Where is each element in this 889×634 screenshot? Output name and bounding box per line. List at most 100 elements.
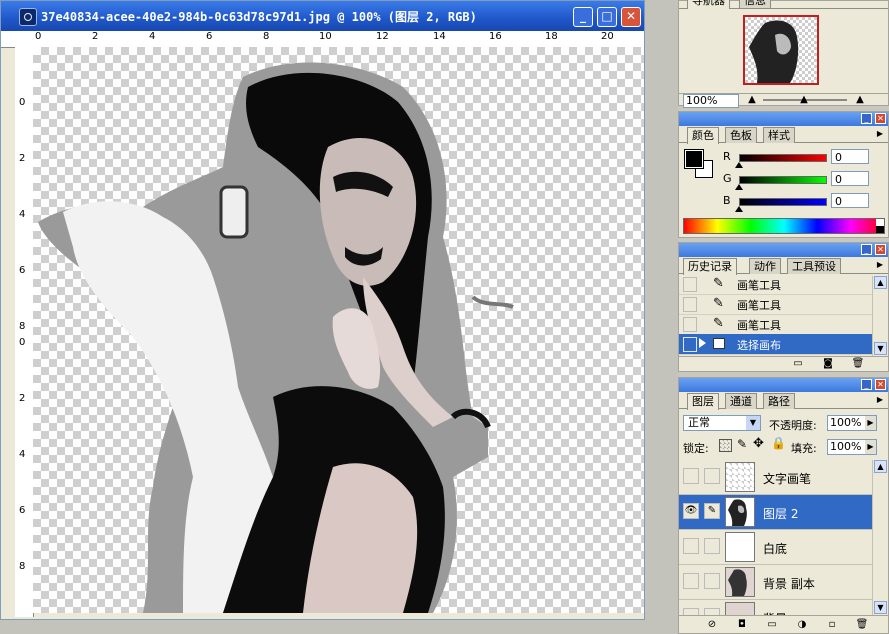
document-window: 37e40834-acee-40e2-984b-0c63d78c97d1.jpg…	[0, 0, 645, 620]
layer-thumbnail	[725, 462, 755, 492]
panel-minimize-button[interactable]: _	[861, 113, 872, 124]
history-panel-header[interactable]: _ ✕	[679, 243, 888, 257]
foreground-color-swatch[interactable]	[684, 149, 704, 169]
vertical-ruler[interactable]: 0 2 4 6 8 0 2 4 6 8	[15, 47, 34, 617]
layer-row-selected[interactable]: 👁 ✎ 图层 2	[679, 495, 872, 530]
close-button[interactable]: ✕	[621, 7, 641, 27]
navigator-preview[interactable]	[743, 15, 819, 85]
blue-slider-handle[interactable]	[735, 206, 743, 212]
history-scrollbar[interactable]: ▲ ▼	[872, 276, 888, 356]
tab-paths[interactable]: 路径	[763, 393, 795, 409]
brush-icon[interactable]: ✎	[704, 503, 720, 519]
red-slider[interactable]	[739, 154, 827, 162]
history-item-label: 画笔工具	[737, 299, 781, 312]
zoom-field[interactable]: 100%	[683, 94, 739, 108]
opacity-arrow-icon[interactable]: ▶	[865, 416, 876, 430]
layer-row[interactable]: 白底	[679, 530, 872, 565]
chevron-down-icon[interactable]: ▼	[746, 416, 760, 430]
layers-panel-header[interactable]: _ ✕	[679, 378, 888, 392]
canvas[interactable]	[33, 47, 644, 613]
scroll-up-button[interactable]: ▲	[874, 276, 887, 289]
lock-all-icon[interactable]: 🔒	[771, 436, 786, 450]
layer-link-toggle[interactable]	[704, 538, 720, 554]
history-source-checkbox[interactable]	[683, 277, 697, 292]
tab-info[interactable]: 信息	[739, 0, 771, 8]
lock-transparency-icon[interactable]	[719, 439, 732, 452]
red-slider-handle[interactable]	[735, 162, 743, 168]
panel-menu-icon[interactable]: ▶	[875, 260, 885, 270]
history-item[interactable]: ✎ 画笔工具	[679, 314, 872, 335]
green-slider-handle[interactable]	[735, 184, 743, 190]
new-layer-icon[interactable]: ▫	[825, 618, 839, 632]
panel-minimize-button[interactable]: _	[861, 379, 872, 390]
layer-visibility-toggle[interactable]	[683, 573, 699, 589]
scroll-down-button[interactable]: ▼	[874, 342, 887, 355]
zoom-in-icon[interactable]: ▲	[853, 93, 867, 107]
color-panel-header[interactable]: _ ✕	[679, 112, 888, 126]
blue-slider[interactable]	[739, 198, 827, 206]
layer-link-toggle[interactable]	[704, 573, 720, 589]
new-document-from-state-icon[interactable]: ▭	[791, 357, 805, 371]
tab-styles[interactable]: 样式	[763, 127, 795, 143]
panel-menu-icon[interactable]: ▶	[875, 395, 885, 405]
tab-history[interactable]: 历史记录	[683, 258, 737, 275]
tab-tool-presets[interactable]: 工具预设	[787, 258, 841, 274]
zoom-out-icon[interactable]: ▲	[745, 93, 759, 107]
history-source-checkbox[interactable]	[683, 317, 697, 332]
trash-icon[interactable]: 🗑	[851, 357, 865, 371]
green-value-field[interactable]: 0	[831, 171, 869, 186]
fill-arrow-icon[interactable]: ▶	[865, 440, 876, 454]
zoom-slider-handle[interactable]: ▲	[797, 93, 811, 107]
ruler-origin[interactable]	[1, 31, 33, 48]
blend-mode-select[interactable]: 正常 ▼	[683, 415, 761, 431]
link-layers-icon[interactable]: ⊘	[705, 618, 719, 632]
eye-icon[interactable]: 👁	[683, 503, 699, 519]
tab-actions[interactable]: 动作	[749, 258, 781, 274]
panel-minimize-button[interactable]: _	[861, 244, 872, 255]
layer-visibility-toggle[interactable]	[683, 538, 699, 554]
history-source-checkbox[interactable]	[683, 337, 697, 352]
minimize-button[interactable]: _	[573, 7, 593, 27]
layer-row[interactable]: 背景	[679, 600, 872, 615]
layer-link-toggle[interactable]	[704, 608, 720, 615]
layer-mask-icon[interactable]: ◘	[735, 618, 749, 632]
maximize-button[interactable]: □	[597, 7, 617, 27]
layer-row[interactable]: 文字画笔	[679, 460, 872, 495]
layer-thumbnail	[725, 567, 755, 597]
tab-color[interactable]: 颜色	[687, 127, 719, 144]
panel-close-button[interactable]: ✕	[875, 244, 886, 255]
tab-navigator[interactable]: 导航器	[687, 0, 730, 9]
layer-row[interactable]: 背景 副本	[679, 565, 872, 600]
tab-swatches[interactable]: 色板	[725, 127, 757, 143]
fill-field[interactable]: 100% ▶	[827, 439, 877, 455]
history-item[interactable]: ✎ 画笔工具	[679, 294, 872, 315]
layer-visibility-toggle[interactable]	[683, 468, 699, 484]
layer-link-toggle[interactable]	[704, 468, 720, 484]
scroll-up-button[interactable]: ▲	[874, 460, 887, 473]
adjustment-layer-icon[interactable]: ◑	[795, 618, 809, 632]
lock-position-icon[interactable]: ✥	[753, 436, 764, 451]
green-slider[interactable]	[739, 176, 827, 184]
scroll-down-button[interactable]: ▼	[874, 601, 887, 614]
navigator-panel: 导航器 信息 100% ▲ ▲ ▲	[678, 0, 889, 108]
red-value-field[interactable]: 0	[831, 149, 869, 164]
history-item-selected[interactable]: 选择画布	[679, 334, 872, 355]
history-source-checkbox[interactable]	[683, 297, 697, 312]
color-spectrum-bar[interactable]	[683, 218, 885, 234]
blue-value-field[interactable]: 0	[831, 193, 869, 208]
opacity-field[interactable]: 100% ▶	[827, 415, 877, 431]
horizontal-ruler[interactable]: 0 2 4 6 8 10 12 14 16 18 20	[33, 31, 644, 48]
layer-visibility-toggle[interactable]	[683, 608, 699, 615]
new-snapshot-icon[interactable]: ◙	[821, 357, 835, 371]
tab-layers[interactable]: 图层	[687, 393, 719, 410]
lock-image-icon[interactable]: ✎	[737, 437, 747, 451]
panel-close-button[interactable]: ✕	[875, 113, 886, 124]
panel-close-button[interactable]: ✕	[875, 379, 886, 390]
new-group-icon[interactable]: ▭	[765, 618, 779, 632]
document-title-bar[interactable]: 37e40834-acee-40e2-984b-0c63d78c97d1.jpg…	[1, 1, 644, 31]
trash-icon[interactable]: 🗑	[855, 618, 869, 632]
panel-menu-icon[interactable]: ▶	[875, 129, 885, 139]
layers-scrollbar[interactable]: ▲ ▼	[872, 460, 888, 615]
history-item[interactable]: ✎ 画笔工具	[679, 276, 872, 295]
tab-channels[interactable]: 通道	[725, 393, 757, 409]
